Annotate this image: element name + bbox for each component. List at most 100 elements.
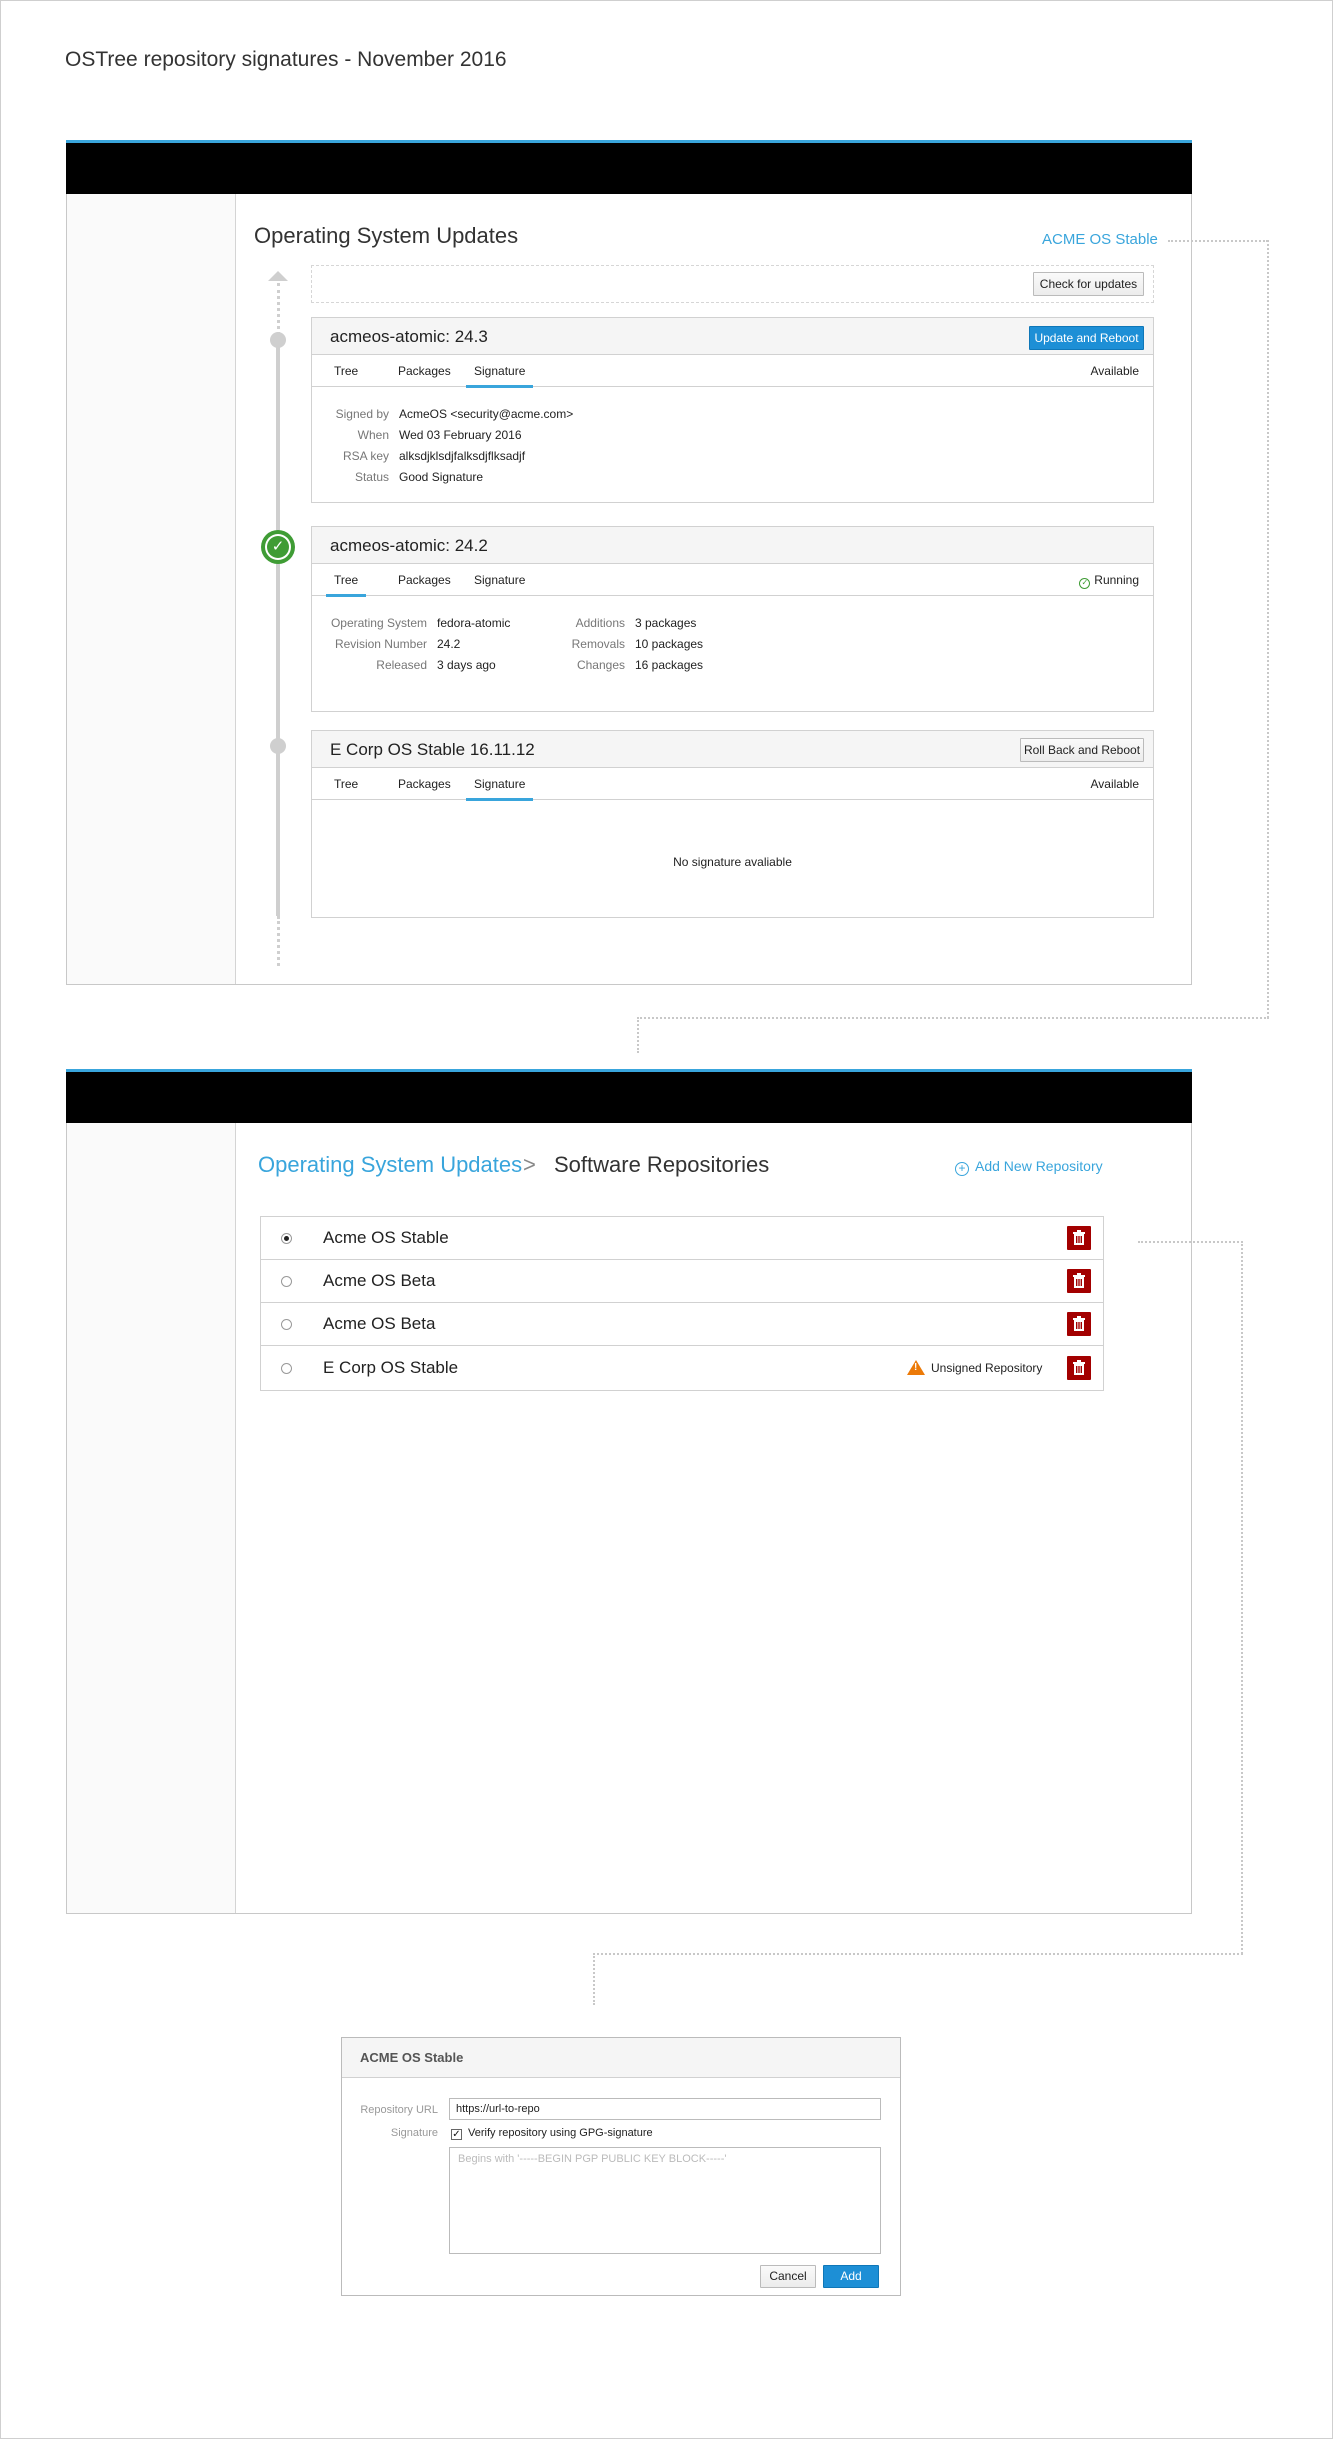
- masthead: [66, 140, 1192, 194]
- timeline-dashed-bottom: [277, 916, 280, 966]
- tab-tree[interactable]: Tree: [334, 777, 358, 791]
- field-value: alksdjklsdjfalksdjflksadjf: [399, 449, 526, 463]
- status-badge: Available: [1090, 777, 1139, 791]
- timeline-dot: [270, 332, 286, 348]
- repository-url-input[interactable]: https://url-to-repo: [449, 2098, 881, 2120]
- tab-signature[interactable]: Signature: [465, 364, 534, 388]
- connector-line: [637, 1017, 1269, 1019]
- field-value: fedora-atomic: [437, 616, 511, 630]
- connector-line: [593, 1953, 595, 2005]
- repository-row[interactable]: E Corp OS Stable Unsigned Repository: [261, 1346, 1103, 1389]
- running-status: ✓ Running: [1079, 573, 1139, 589]
- updates-title: Operating System Updates: [254, 223, 519, 248]
- repository-dialog: ACME OS Stable Repository URL https://ur…: [341, 2037, 901, 2296]
- card-tabs: Tree Packages Signature Available: [312, 768, 1153, 801]
- check-for-updates-button[interactable]: Check for updates: [1033, 272, 1144, 296]
- field-label: Signed by: [335, 407, 389, 421]
- card-title: E Corp OS Stable 16.11.12: [330, 740, 535, 759]
- signature-label: Signature: [390, 2127, 438, 2139]
- breadcrumb-separator: >: [523, 1152, 536, 1177]
- running-check-icon: ✓: [261, 530, 295, 564]
- timeline-up-arrow-icon: [268, 271, 288, 281]
- field-value: AcmeOS <security@acme.com>: [399, 407, 574, 421]
- field-value: 24.2: [437, 637, 461, 651]
- sidebar: [67, 1123, 236, 1913]
- updates-window: Operating System Updates ACME OS Stable …: [66, 140, 1192, 985]
- empty-signature-message: No signature avaliable: [673, 855, 792, 869]
- verify-checkbox[interactable]: ✓: [451, 2129, 462, 2140]
- tab-tree[interactable]: Tree: [325, 573, 367, 597]
- breadcrumb-parent-link[interactable]: Operating System Updates: [258, 1152, 522, 1178]
- dialog-title: ACME OS Stable: [360, 2050, 464, 2065]
- dialog-header: ACME OS Stable: [342, 2038, 900, 2078]
- field-label: Changes: [576, 658, 625, 672]
- trash-icon[interactable]: [1067, 1269, 1091, 1293]
- field-label: Additions: [575, 616, 625, 630]
- check-updates-row: [311, 265, 1154, 303]
- timeline-dot: [270, 738, 286, 754]
- sidebar: [67, 194, 236, 984]
- connector-line: [1241, 1241, 1243, 1954]
- repository-list: Acme OS Stable Acme OS Beta Acme OS Beta…: [260, 1216, 1104, 1391]
- trash-icon[interactable]: [1067, 1312, 1091, 1336]
- card-title: acmeos-atomic: 24.3: [330, 327, 488, 346]
- plus-circle-icon: +: [955, 1162, 969, 1176]
- warning-icon: [907, 1360, 925, 1375]
- repository-radio[interactable]: [281, 1319, 292, 1330]
- repository-row[interactable]: Acme OS Stable: [261, 1217, 1103, 1260]
- repository-name: E Corp OS Stable: [323, 1358, 459, 1377]
- add-repository-label: Add New Repository: [975, 1158, 1103, 1174]
- masthead: [66, 1069, 1192, 1123]
- repository-name: Acme OS Beta: [323, 1271, 436, 1290]
- add-button[interactable]: Add: [823, 2265, 879, 2288]
- trash-icon[interactable]: [1067, 1356, 1091, 1380]
- field-label: Status: [354, 470, 389, 484]
- connector-line: [637, 1017, 639, 1053]
- origin-repository-link[interactable]: ACME OS Stable: [1042, 231, 1158, 248]
- card-title: acmeos-atomic: 24.2: [330, 536, 488, 555]
- warning-label: Unsigned Repository: [931, 1361, 1043, 1375]
- field-value: 16 packages: [635, 658, 704, 672]
- tab-packages[interactable]: Packages: [398, 364, 451, 378]
- field-label: Removals: [571, 637, 625, 651]
- roll-back-and-reboot-button[interactable]: Roll Back and Reboot: [1020, 738, 1144, 762]
- card-tabs: Tree Packages Signature ✓ Running: [312, 564, 1153, 597]
- field-label: RSA key: [342, 449, 389, 463]
- repository-radio[interactable]: [281, 1276, 292, 1287]
- tab-signature[interactable]: Signature: [465, 777, 534, 801]
- cancel-button[interactable]: Cancel: [760, 2265, 816, 2288]
- tab-tree[interactable]: Tree: [334, 364, 358, 378]
- field-value: 3 days ago: [437, 658, 496, 672]
- timeline-dashed-top: [277, 283, 280, 335]
- card-header: acmeos-atomic: 24.2: [312, 527, 1153, 564]
- verify-checkbox-label: Verify repository using GPG-signature: [468, 2127, 653, 2139]
- running-label: Running: [1094, 573, 1139, 587]
- trash-icon[interactable]: [1067, 1226, 1091, 1250]
- update-card-24-3: acmeos-atomic: 24.3 Tree Packages Signat…: [311, 317, 1154, 503]
- status-badge: Available: [1090, 364, 1139, 378]
- connector-line: [1267, 240, 1269, 1018]
- field-value: 10 packages: [635, 637, 704, 651]
- card-tabs: Tree Packages Signature Available: [312, 355, 1153, 388]
- timeline-line: [276, 336, 280, 916]
- repository-url-label: Repository URL: [360, 2104, 438, 2116]
- tab-signature[interactable]: Signature: [474, 573, 525, 587]
- field-value: Wed 03 February 2016: [399, 428, 522, 442]
- update-card-24-2: acmeos-atomic: 24.2 Tree Packages Signat…: [311, 526, 1154, 712]
- repository-radio[interactable]: [281, 1233, 292, 1244]
- unsigned-warning: Unsigned Repository: [907, 1360, 1042, 1375]
- repository-name: Acme OS Beta: [323, 1314, 436, 1333]
- connector-line: [1168, 240, 1268, 242]
- repository-radio[interactable]: [281, 1363, 292, 1374]
- repository-row[interactable]: Acme OS Beta: [261, 1303, 1103, 1346]
- tab-packages[interactable]: Packages: [398, 573, 451, 587]
- repository-row[interactable]: Acme OS Beta: [261, 1260, 1103, 1303]
- public-key-textarea[interactable]: Begins with '-----BEGIN PGP PUBLIC KEY B…: [449, 2147, 881, 2254]
- page-title: Software Repositories: [554, 1152, 770, 1177]
- tab-packages[interactable]: Packages: [398, 777, 451, 791]
- repository-name: Acme OS Stable: [323, 1228, 449, 1247]
- add-new-repository-link[interactable]: + Add New Repository: [955, 1158, 1103, 1176]
- update-and-reboot-button[interactable]: Update and Reboot: [1029, 326, 1144, 350]
- field-label: Revision Number: [334, 637, 427, 651]
- repositories-window: Operating System Updates > Software Repo…: [66, 1069, 1192, 1914]
